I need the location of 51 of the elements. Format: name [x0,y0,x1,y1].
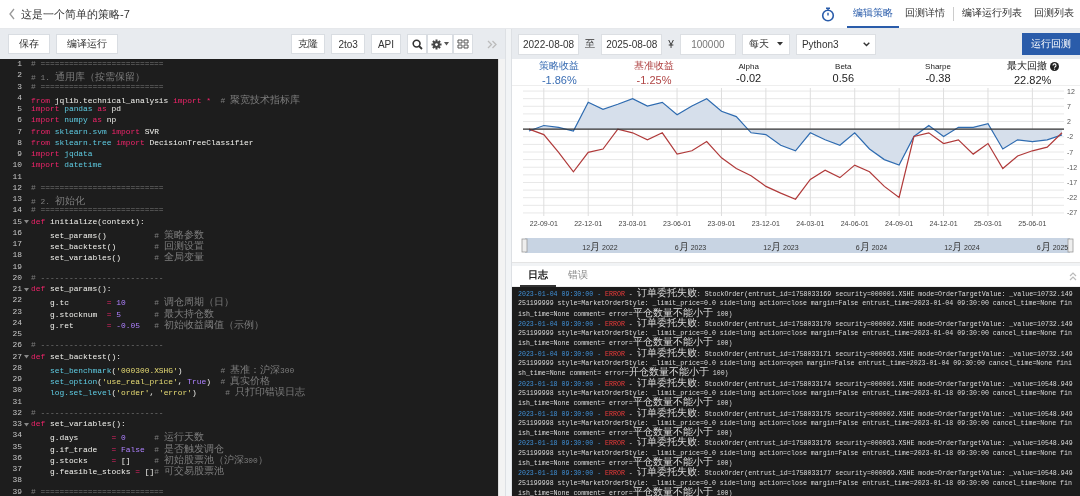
fold-icon[interactable] [23,287,29,292]
caret-icon [444,42,449,46]
layout-icon [457,39,469,49]
search-button[interactable] [407,34,427,54]
toolbar-button[interactable]: 保存 [8,34,50,54]
metric-value: -1.86% [541,74,577,86]
metric-label: 基准收益 [634,59,674,73]
metric-value: -0.38 [925,71,951,84]
scrollbar[interactable] [498,59,505,496]
gear-icon [431,38,442,50]
settings-button[interactable] [427,34,453,54]
metric-value: -0.02 [736,71,762,84]
metric-label: 策略收益 [539,59,580,73]
range-navigator[interactable] [525,238,1070,253]
language-select[interactable]: Python3 [795,33,876,55]
metric-value: 22.82% [1014,74,1052,86]
slider-handle[interactable] [1067,238,1074,253]
metric-label: Beta [835,61,852,71]
nav-tab[interactable]: 编译运行列表 [956,0,1028,28]
toolbar-button[interactable]: API [370,34,401,54]
metric-label: Alpha [738,61,759,71]
search-icon [411,38,423,50]
slider-handle[interactable] [521,238,528,253]
date-field[interactable]: 2025-08-08 [601,33,663,55]
metric-value: 0.56 [832,71,855,84]
help-icon[interactable] [1049,61,1059,71]
run-backtest-button[interactable]: 运行回测 [1022,33,1080,55]
layout-button[interactable] [453,34,473,54]
nav-tab[interactable]: 回测详情 [899,0,951,28]
fold-icon[interactable] [23,355,29,360]
log-tab[interactable]: 错误 [560,265,596,287]
date-field[interactable]: 2022-08-08 [518,33,580,55]
currency-symbol: ¥ [668,38,674,50]
metric-label: Sharpe [925,61,951,71]
metric-value: -1.25% [636,74,672,86]
toolbar-button[interactable]: 2to3 [331,34,365,54]
fold-icon[interactable] [23,220,29,225]
capital-field[interactable]: 100000 [679,33,736,55]
frequency-select[interactable]: 每天 [741,33,790,55]
range-separator: 至 [585,37,596,51]
nav-tab[interactable]: 回测列表 [1028,0,1080,28]
strategy-title: 这是一个简单的策略-7 [21,6,130,22]
toolbar-button[interactable]: 克隆 [291,34,326,54]
metric-label: 最大回撤 [1006,59,1047,73]
fold-icon[interactable] [23,422,29,427]
caret-icon [776,42,783,46]
chevron-icon [862,41,870,47]
stopwatch-icon[interactable] [821,6,835,22]
back-icon[interactable] [8,8,16,20]
toolbar-button[interactable]: 编译运行 [56,34,118,54]
nav-tab[interactable]: 编辑策略 [847,0,899,28]
